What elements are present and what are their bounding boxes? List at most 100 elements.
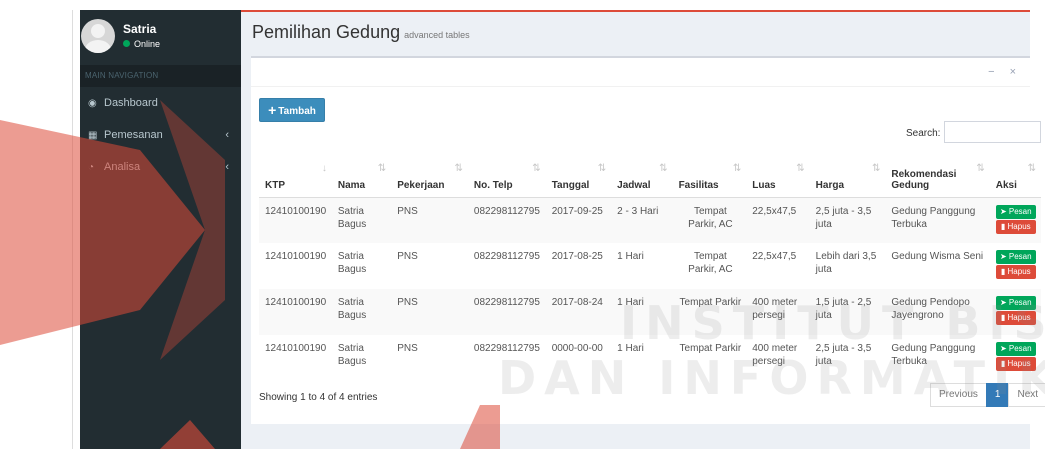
table-cell: 0000-00-00 (551, 343, 603, 354)
column-header-label: No. Telp (473, 179, 513, 191)
content-wrapper: Pemilihan Gedung advanced tables − × + Tam… (241, 10, 1045, 449)
table-cell: 082298112795 (473, 343, 540, 354)
table-cell: 1 Hari (617, 251, 644, 262)
page-1-button[interactable]: 1 (985, 383, 1010, 407)
table-cell: 2,5 juta - 3,5 juta (809, 197, 886, 243)
hapus-button[interactable]: ▮ Hapus (995, 219, 1036, 234)
pesan-button[interactable]: ➤ Pesan (995, 342, 1036, 356)
table-box: − × + Tambah Search: KTP ↓ Nama ⇅ Pekerjaan ⇅ N… (251, 56, 1045, 424)
table-cell: 082298112795 (467, 197, 546, 243)
column-header[interactable]: Nama ⇅ (331, 157, 392, 198)
sort-icon: ⇅ (872, 163, 881, 174)
previous-button[interactable]: Previous (930, 383, 987, 407)
table-body: 12410100190 Satria Bagus PNS 082298112795 20… (259, 197, 1041, 381)
hapus-button[interactable]: ▮ Hapus (995, 265, 1036, 279)
sort-icon: ⇅ (1027, 163, 1036, 174)
table-cell: Gedung Panggung Terbuka (885, 197, 990, 243)
column-header-label: Harga (815, 179, 845, 191)
column-header-label: Jadwal (617, 179, 651, 191)
action-cell: ➤ Pesan ▮ Hapus (989, 289, 1041, 335)
table-cell: Tempat Parkir, AC (672, 197, 747, 243)
column-header[interactable]: Rekomendasi Gedung ⇅ (885, 157, 990, 198)
pesan-button[interactable]: ➤ Pesan (995, 204, 1036, 219)
table-cell: 22,5x47,5 (746, 197, 810, 243)
column-header[interactable]: Aksi ⇅ (989, 157, 1041, 198)
page: Satria Online MAIN NAVIGATION ◉ Dashboard… (0, 0, 1045, 449)
content-header: Pemilihan Gedung advanced tables (252, 22, 470, 43)
column-header[interactable]: Luas ⇅ (746, 157, 810, 198)
hapus-button[interactable]: ▮ Hapus (995, 357, 1036, 371)
dashboard-icon: ◉ (88, 98, 97, 109)
table-header-row: KTP ↓ Nama ⇅ Pekerjaan ⇅ No. Telp ⇅ Tanggal ⇅ Jadw… (259, 157, 1041, 198)
sort-icon: ⇅ (454, 163, 463, 174)
table-cell: Tempat Parkir (679, 343, 742, 354)
table-cell: 1,5 juta - 2,5 juta (809, 289, 886, 335)
table-cell: 2,5 juta - 3,5 juta (815, 343, 872, 367)
user-status-label: Online (134, 39, 161, 49)
sidebar: Satria Online MAIN NAVIGATION ◉ Dashboard… (73, 10, 241, 449)
sort-asc-icon: ↓ (321, 163, 327, 174)
trash-icon: ▮ (1000, 267, 1008, 276)
sort-icon: ⇅ (377, 163, 387, 174)
sort-icon: ⇅ (597, 163, 607, 174)
hapus-button[interactable]: ▮ Hapus (995, 311, 1036, 325)
avatar (81, 19, 115, 53)
table-cell: PNS (391, 197, 468, 243)
column-header[interactable]: KTP ↓ (259, 157, 332, 198)
table-cell: 400 meter persegi (752, 343, 798, 367)
pesan-button[interactable]: ➤ Pesan (995, 250, 1036, 264)
online-status-icon (123, 40, 130, 47)
table-info: Showing 1 to 4 of 4 entries (259, 392, 378, 403)
column-header-label: Fasilitas (678, 179, 719, 191)
pesan-button[interactable]: ➤ Pesan (995, 296, 1036, 310)
send-icon: ➤ (999, 206, 1009, 216)
table-cell: Gedung Wisma Seni (891, 251, 984, 262)
tambah-label: Tambah (278, 106, 316, 117)
pagination: Previous 1 Next (930, 383, 1045, 407)
tambah-button[interactable]: + Tambah (259, 98, 325, 122)
column-header-label: Aksi (995, 179, 1017, 191)
sort-icon: ⇅ (532, 163, 541, 174)
column-header[interactable]: Jadwal ⇅ (611, 157, 673, 198)
sidebar-item-label: Pemesanan (104, 129, 163, 141)
column-header[interactable]: Pekerjaan ⇅ (391, 157, 468, 198)
sidebar-item-pemesanan[interactable]: ▦ Pemesanan ‹ (73, 119, 241, 151)
column-header[interactable]: No. Telp ⇅ (467, 157, 546, 198)
chevron-left-icon: ‹ (225, 129, 229, 141)
sidebar-item-label: Analisa (104, 161, 141, 173)
table-row: 12410100190 Satria Bagus PNS 082298112795 00… (259, 335, 1041, 381)
column-header-label: Tanggal (551, 179, 590, 191)
trash-icon: ▮ (1000, 359, 1008, 368)
nav-list: ◉ Dashboard ▦ Pemesanan ‹ ◔ Analisa ‹ (73, 87, 241, 183)
column-header[interactable]: Tanggal ⇅ (545, 157, 612, 198)
column-header-label: KTP (265, 179, 285, 191)
column-header[interactable]: Harga ⇅ (809, 157, 886, 198)
search-input[interactable] (944, 121, 1041, 143)
column-header[interactable]: Fasilitas ⇅ (672, 157, 747, 198)
column-header-label: Luas (752, 179, 776, 191)
table-cell: PNS (397, 343, 418, 354)
column-header-label: Nama (337, 179, 366, 191)
page-title: Pemilihan Gedung (252, 22, 401, 42)
sidebar-item-analisa[interactable]: ◔ Analisa ‹ (73, 151, 241, 183)
table-cell: Satria Bagus (331, 197, 392, 243)
hapus-label: Hapus (1007, 267, 1031, 276)
table-row: 12410100190 Satria Bagus PNS 082298112795 20… (259, 197, 1041, 243)
table-cell: 12410100190 (259, 197, 332, 243)
left-margin (0, 0, 80, 449)
sidebar-item-dashboard[interactable]: ◉ Dashboard (73, 87, 241, 119)
send-icon: ➤ (999, 252, 1009, 261)
search-label: Search: (906, 128, 941, 139)
pie-chart-icon: ◔ (88, 162, 95, 173)
table-cell: 082298112795 (467, 289, 546, 335)
next-button[interactable]: Next (1008, 383, 1045, 407)
pesan-label: Pesan (1008, 344, 1032, 353)
table-cell: 12410100190 (265, 343, 327, 354)
sort-icon: ⇅ (732, 163, 742, 174)
box-tools[interactable]: − × (988, 66, 1022, 78)
nav-header: MAIN NAVIGATION (73, 65, 241, 87)
chevron-left-icon: ‹ (225, 161, 229, 173)
column-header-label: Rekomendasi Gedung (891, 168, 957, 191)
table-cell: 2 - 3 Hari (611, 197, 673, 243)
table-cell: PNS (391, 289, 468, 335)
